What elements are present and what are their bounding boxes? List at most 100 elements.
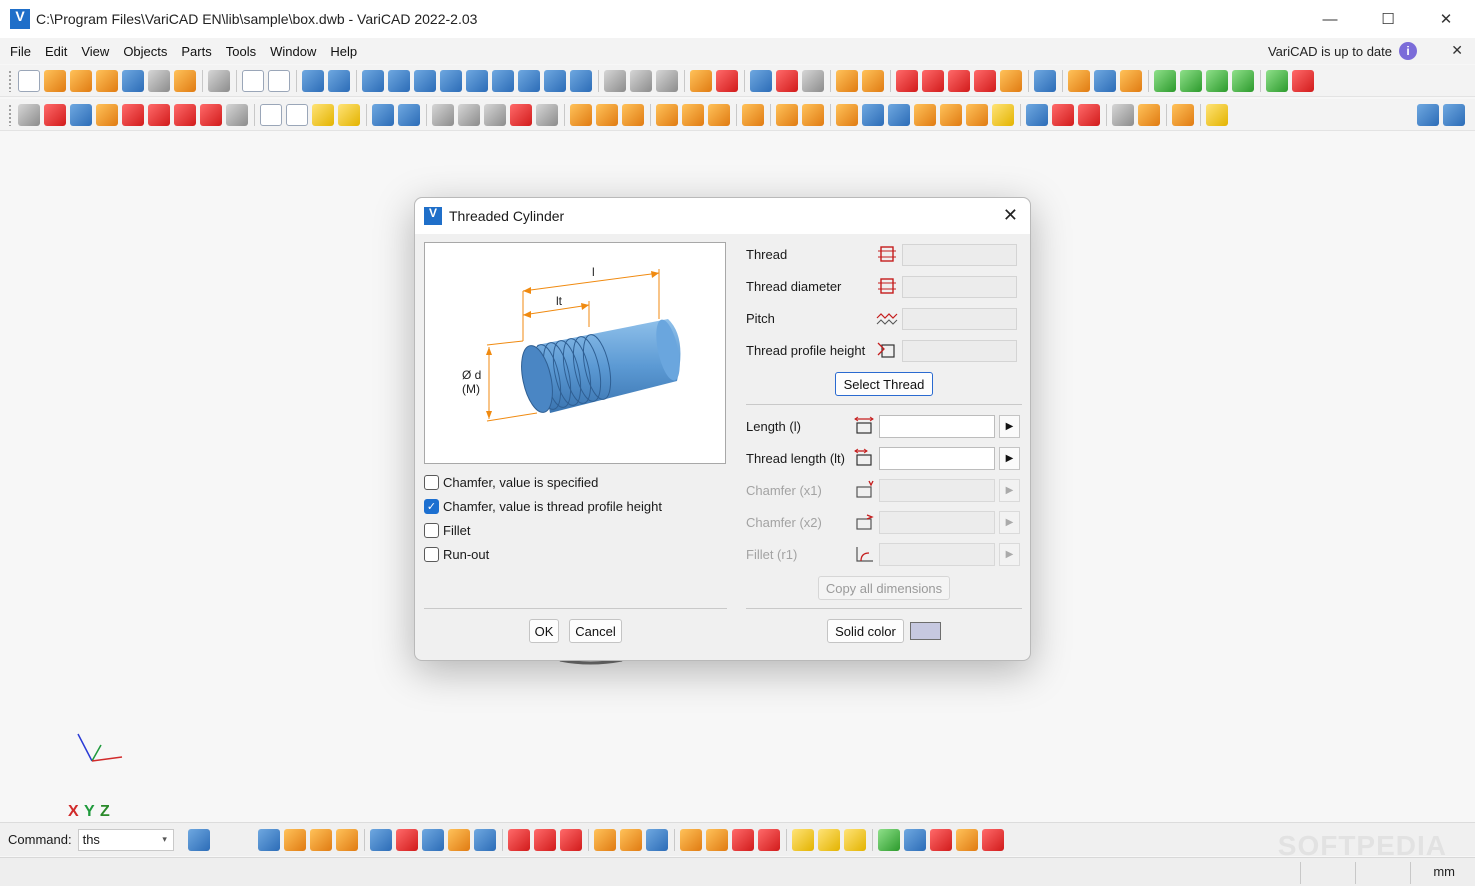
stack-icon[interactable] [742, 103, 764, 126]
select-thread-button[interactable]: Select Thread [835, 372, 933, 396]
zoom-window-icon[interactable] [1094, 69, 1116, 92]
replace-icon[interactable] [757, 828, 780, 851]
coordinate-system-icon[interactable] [1026, 103, 1048, 126]
query-version-icon[interactable] [896, 69, 918, 92]
query-box-icon[interactable] [776, 103, 798, 126]
thread-length-pick-button[interactable]: ▶ [999, 447, 1020, 470]
insert-up-icon[interactable] [705, 828, 728, 851]
group-icon[interactable] [593, 828, 616, 851]
share-icon[interactable] [187, 828, 210, 851]
solid-cylinder-icon[interactable] [388, 69, 410, 92]
select-icon[interactable] [18, 103, 40, 126]
close-window-button[interactable]: ✕ [1417, 0, 1475, 38]
solid-cone-icon[interactable] [440, 69, 462, 92]
layer-swap-icon[interactable] [421, 828, 444, 851]
solid-pipe-icon[interactable] [466, 69, 488, 92]
center-of-mass-icon[interactable] [1206, 103, 1228, 126]
align-arrows-icon[interactable] [682, 103, 704, 126]
workplane-icon[interactable] [1052, 103, 1074, 126]
save-icon[interactable] [122, 69, 144, 92]
pipe-icon[interactable] [283, 828, 306, 851]
align-icon[interactable] [656, 103, 678, 126]
drop-icon[interactable] [473, 828, 496, 851]
switch-3d-icon[interactable] [1443, 103, 1465, 126]
checkbox[interactable] [424, 523, 439, 538]
export-icon[interactable] [1266, 69, 1288, 92]
option-run-out[interactable]: Run-out [424, 547, 489, 562]
color-palette-icon[interactable] [338, 103, 360, 126]
close-notice-icon[interactable]: ✕ [1451, 42, 1463, 59]
move-icon[interactable] [70, 103, 92, 126]
ok-button[interactable]: OK [529, 619, 559, 643]
menu-view[interactable]: View [74, 44, 116, 59]
table-delete-icon[interactable] [559, 828, 582, 851]
assembly-icon[interactable] [1112, 103, 1134, 126]
extrude-icon[interactable] [690, 69, 712, 92]
switch-2d-icon[interactable] [1417, 103, 1439, 126]
solid-color-button[interactable]: Solid color [827, 619, 904, 643]
detach-icon[interactable] [817, 828, 840, 851]
solid-color-swatch[interactable] [910, 622, 941, 640]
table-insert-icon[interactable] [507, 828, 530, 851]
redo-icon[interactable] [328, 69, 350, 92]
parts-list-icon[interactable] [1138, 103, 1160, 126]
layers-icon[interactable] [369, 828, 392, 851]
copy-icon[interactable] [242, 69, 264, 92]
save-all-icon[interactable] [148, 69, 170, 92]
maximize-button[interactable]: ☐ [1359, 0, 1417, 38]
command-input[interactable]: ths ▾ [77, 828, 174, 851]
mirror-icon[interactable] [716, 69, 738, 92]
calc-icon[interactable] [862, 69, 884, 92]
minimize-button[interactable]: — [1301, 0, 1359, 38]
coil-icon[interactable] [458, 103, 480, 126]
display-icon[interactable] [1034, 69, 1056, 92]
bolt-icon[interactable] [484, 103, 506, 126]
boolean-add-icon[interactable] [570, 103, 592, 126]
snap-arrows-icon[interactable] [862, 103, 884, 126]
copy-move-icon[interactable] [96, 103, 118, 126]
option-fillet[interactable]: Fillet [424, 523, 470, 538]
paste-icon[interactable] [268, 69, 290, 92]
snap-icon[interactable] [836, 103, 858, 126]
array-icon[interactable] [122, 103, 144, 126]
anchor-icon[interactable] [174, 103, 196, 126]
trim-icon[interactable] [226, 103, 248, 126]
snap-face-icon[interactable] [940, 103, 962, 126]
query-surface-icon[interactable] [948, 69, 970, 92]
menu-tools[interactable]: Tools [219, 44, 263, 59]
menu-window[interactable]: Window [263, 44, 323, 59]
new-file-icon[interactable] [18, 69, 40, 92]
solid-icon[interactable] [257, 828, 280, 851]
remove-icon[interactable] [731, 828, 754, 851]
option-chamfer-specified[interactable]: Chamfer, value is specified [424, 475, 598, 490]
undo-icon[interactable] [302, 69, 324, 92]
attach-cross-icon[interactable] [843, 828, 866, 851]
sheet-icon[interactable] [536, 103, 558, 126]
grid-icon[interactable] [802, 69, 824, 92]
bom-icon[interactable] [1172, 103, 1194, 126]
shell-icon[interactable] [398, 103, 420, 126]
target-icon[interactable] [645, 828, 668, 851]
measure-icon[interactable] [836, 69, 858, 92]
solid-sphere-icon[interactable] [570, 69, 592, 92]
wire-box-icon[interactable] [260, 103, 282, 126]
toolbar-grip[interactable] [8, 69, 12, 92]
snap-corner-icon[interactable] [888, 103, 910, 126]
rotate-icon[interactable] [776, 69, 798, 92]
snap-plane-icon[interactable] [992, 103, 1014, 126]
align-cross-icon[interactable] [708, 103, 730, 126]
solid-pyramid-icon[interactable] [492, 69, 514, 92]
bend-icon[interactable] [309, 828, 332, 851]
layer-move-icon[interactable] [395, 828, 418, 851]
spring-icon[interactable] [432, 103, 454, 126]
text-icon[interactable] [148, 103, 170, 126]
insert-down-icon[interactable] [679, 828, 702, 851]
info-icon[interactable]: i [1399, 42, 1417, 60]
open-folder-icon[interactable] [96, 69, 118, 92]
solid-revolve-icon[interactable] [518, 69, 540, 92]
solid-torus-icon[interactable] [544, 69, 566, 92]
zoom-out-icon[interactable] [1180, 69, 1202, 92]
thread-length-input[interactable] [879, 447, 995, 470]
check-icon[interactable] [877, 828, 900, 851]
pan-right-icon[interactable] [1232, 69, 1254, 92]
